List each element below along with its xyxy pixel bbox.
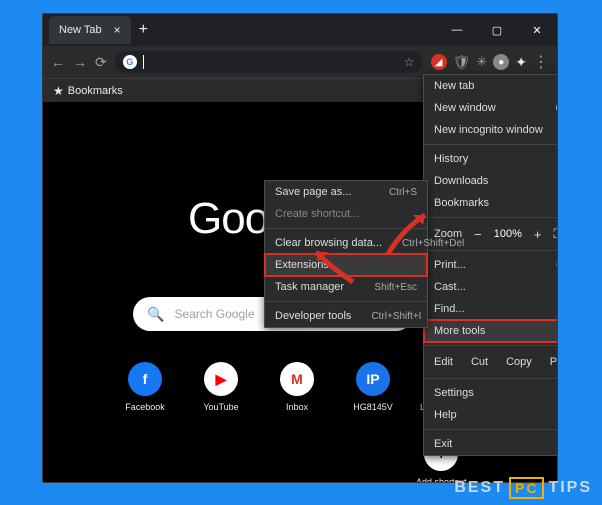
browser-window: New Tab × + — ▢ ✕ ← → ⟳ G ☆ ◢ 🛡 ✳ ● ✦ ⋮ <box>42 13 558 483</box>
bookmarks-folder[interactable]: Bookmarks <box>68 85 123 97</box>
menu-downloads[interactable]: DownloadsCtrl+J <box>424 170 558 192</box>
forward-button[interactable]: → <box>73 54 87 70</box>
omnibox[interactable]: G ☆ <box>115 51 423 73</box>
shield-icon[interactable]: 🛡 <box>453 54 471 71</box>
avatar-icon[interactable]: ● <box>493 54 509 70</box>
copy-button[interactable]: Copy <box>506 356 532 368</box>
kebab-menu-button[interactable]: ⋮ <box>533 52 549 72</box>
shortcut-label: Facebook <box>116 402 174 412</box>
shortcut-label: YouTube <box>192 402 250 412</box>
menu-history[interactable]: History▸ <box>424 148 558 170</box>
menu-new-tab[interactable]: New tabCtrl+T <box>424 75 558 97</box>
shortcut-item[interactable]: M Inbox <box>268 362 326 412</box>
menu-cast[interactable]: Cast... <box>424 276 558 298</box>
search-placeholder: Search Google <box>174 307 254 321</box>
menu-bookmarks[interactable]: Bookmarks▸ <box>424 192 558 214</box>
submenu-clear-browsing[interactable]: Clear browsing data...Ctrl+Shift+Del <box>265 232 427 254</box>
more-tools-submenu: Save page as...Ctrl+S Create shortcut...… <box>264 180 428 328</box>
submenu-save-page[interactable]: Save page as...Ctrl+S <box>265 181 427 203</box>
search-icon: 🔍 <box>147 306 164 323</box>
zoom-out-button[interactable]: − <box>474 227 482 242</box>
adblock-icon[interactable]: ◢ <box>431 54 447 70</box>
extensions-icon[interactable]: ✦ <box>515 54 527 71</box>
zoom-in-button[interactable]: + <box>534 227 542 242</box>
bookmark-star-icon: ★ <box>53 84 64 98</box>
main-menu: New tabCtrl+T New windowCtrl+N New incog… <box>423 74 558 456</box>
menu-find[interactable]: Find...Ctrl+F <box>424 298 558 320</box>
submenu-extensions[interactable]: Extensions <box>265 254 427 276</box>
submenu-developer-tools[interactable]: Developer toolsCtrl+Shift+I <box>265 305 427 327</box>
menu-print[interactable]: Print...Ctrl+P <box>424 254 558 276</box>
shortcut-item[interactable]: ▶ YouTube <box>192 362 250 412</box>
tab-title: New Tab <box>59 24 102 36</box>
zoom-value: 100% <box>494 228 522 240</box>
active-tab[interactable]: New Tab × <box>49 16 131 44</box>
shortcut-icon: M <box>280 362 314 396</box>
shortcut-label: Inbox <box>268 402 326 412</box>
shortcut-item[interactable]: f Facebook <box>116 362 174 412</box>
shortcut-item[interactable]: IP HG8145V <box>344 362 402 412</box>
cut-button[interactable]: Cut <box>471 356 488 368</box>
shortcut-icon: IP <box>356 362 390 396</box>
menu-more-tools[interactable]: More tools▸ <box>424 320 558 342</box>
close-tab-icon[interactable]: × <box>114 23 121 37</box>
fullscreen-button[interactable]: ⛶ <box>553 226 558 242</box>
gear-icon[interactable]: ✳ <box>476 54 487 70</box>
tab-strip: New Tab × + — ▢ ✕ <box>43 14 557 46</box>
menu-exit[interactable]: Exit <box>424 433 558 455</box>
submenu-task-manager[interactable]: Task managerShift+Esc <box>265 276 427 298</box>
text-cursor <box>143 55 144 69</box>
menu-settings[interactable]: Settings <box>424 382 558 404</box>
minimize-button[interactable]: — <box>437 14 477 46</box>
menu-help[interactable]: Help▸ <box>424 404 558 426</box>
back-button[interactable]: ← <box>51 54 65 70</box>
watermark: BEST PC TIPS <box>454 477 592 499</box>
shortcut-icon: ▶ <box>204 362 238 396</box>
window-controls: — ▢ ✕ <box>437 14 557 46</box>
paste-button[interactable]: Paste <box>550 356 558 368</box>
menu-edit-row: Edit Cut Copy Paste <box>424 349 558 375</box>
bookmark-star-icon[interactable]: ☆ <box>404 55 415 69</box>
extension-icons: ◢ 🛡 ✳ ● ✦ ⋮ <box>431 52 549 72</box>
shortcut-label: HG8145V <box>344 402 402 412</box>
new-tab-button[interactable]: + <box>139 21 148 39</box>
omnibox-input[interactable] <box>150 56 398 68</box>
shortcut-icon: f <box>128 362 162 396</box>
menu-new-incognito[interactable]: New incognito windowCtrl+Shift+N <box>424 119 558 141</box>
menu-new-window[interactable]: New windowCtrl+N <box>424 97 558 119</box>
reload-button[interactable]: ⟳ <box>95 54 107 71</box>
submenu-create-shortcut: Create shortcut... <box>265 203 427 225</box>
google-favicon-icon: G <box>123 55 137 69</box>
maximize-button[interactable]: ▢ <box>477 14 517 46</box>
close-window-button[interactable]: ✕ <box>517 14 557 46</box>
